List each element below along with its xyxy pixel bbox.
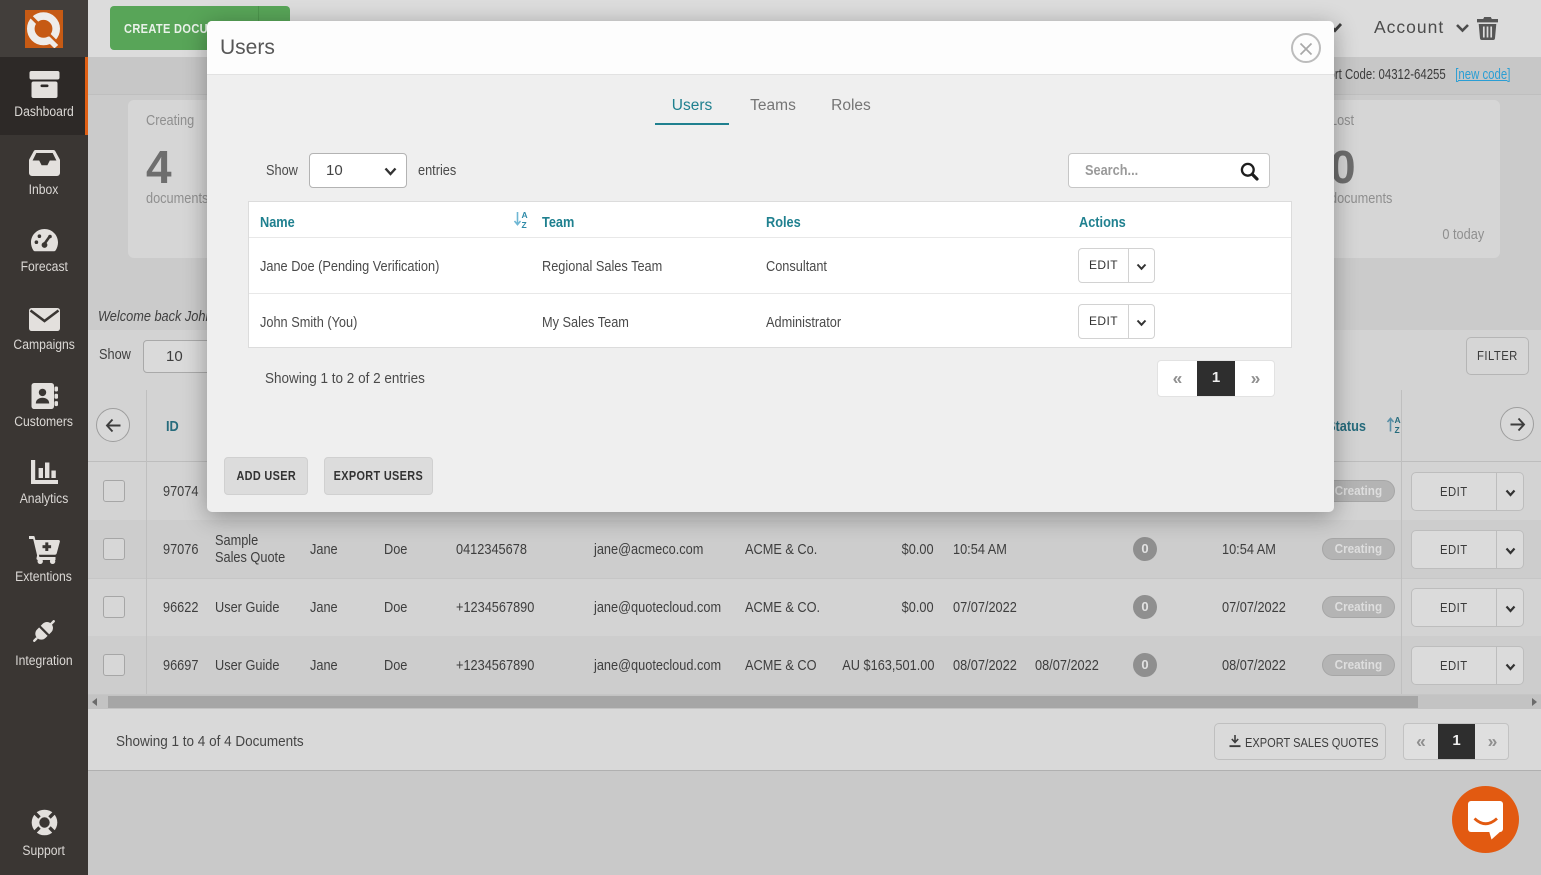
svg-text:Z: Z (522, 220, 527, 229)
svg-text:A: A (522, 210, 528, 220)
svg-text:Z: Z (1395, 425, 1400, 434)
svg-text:A: A (1395, 415, 1401, 425)
